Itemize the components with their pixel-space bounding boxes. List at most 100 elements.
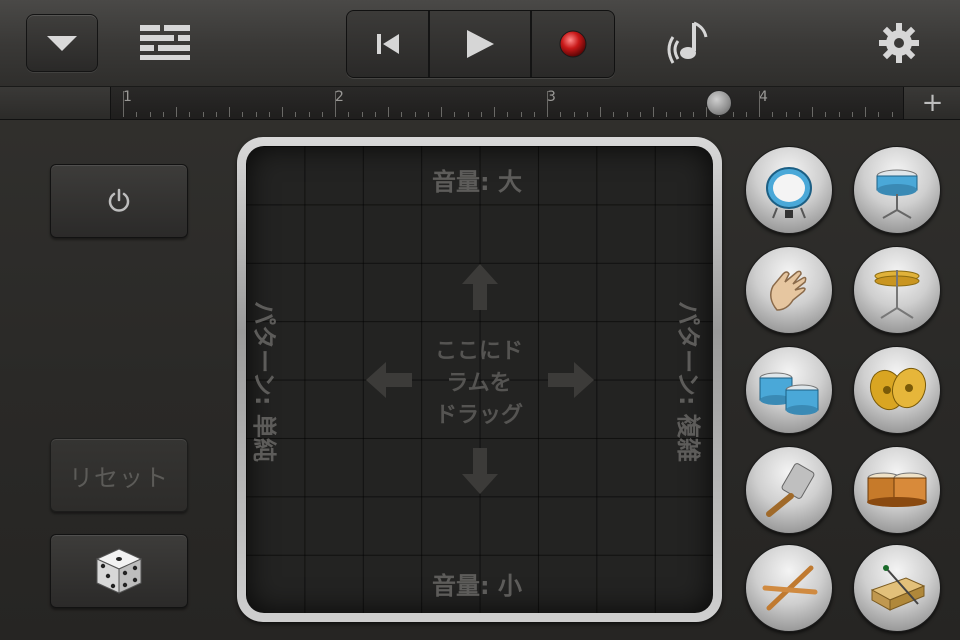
arrow-up-icon: [462, 264, 498, 310]
bar-number: 4: [759, 89, 768, 105]
hi-hat-button[interactable]: [853, 246, 941, 334]
ruler-tick: [798, 112, 800, 117]
ruler-tick: [401, 112, 403, 117]
ruler-tick: [772, 112, 774, 117]
ruler-tick: [454, 112, 456, 117]
ruler-tick: [613, 112, 615, 117]
plus-icon: +: [921, 88, 944, 118]
drum-pattern-xy-pad[interactable]: 音量: 大 音量: 小 パターン: 単純 パターン: 複雑 ここにド ラムを ド…: [246, 146, 713, 613]
ruler-tick: [573, 112, 575, 117]
hi-hat-icon: [874, 270, 920, 319]
ruler-tick: [692, 112, 694, 117]
ruler-tick: [679, 112, 681, 117]
ruler-tick: [745, 112, 747, 117]
toms-icon: [759, 372, 819, 415]
ruler-tick: [586, 112, 588, 117]
pad-top-label: 音量: 大: [432, 168, 522, 196]
ruler-tick: [851, 112, 853, 117]
dice-icon: [95, 548, 143, 594]
ruler-tick: [149, 112, 151, 117]
ruler-tick: [812, 107, 813, 117]
settings-button[interactable]: [874, 18, 924, 68]
toms-button[interactable]: [745, 346, 833, 434]
arrow-down-icon: [462, 448, 498, 494]
ruler-tick: [361, 112, 363, 117]
hand-clap-icon: [770, 270, 807, 311]
reset-label: リセット: [69, 463, 169, 492]
ruler-tick: [732, 112, 734, 117]
power-icon: [108, 188, 130, 212]
ruler-tick: [255, 112, 257, 117]
snare-drum-icon: [876, 169, 918, 219]
toolbar: [0, 0, 960, 87]
ruler-tick: [626, 112, 628, 117]
go-to-start-button[interactable]: [347, 11, 431, 77]
ruler-tick: [441, 107, 442, 117]
add-section-button[interactable]: +: [903, 87, 960, 119]
ruler-tick: [414, 112, 416, 117]
arrow-left-icon: [366, 362, 412, 398]
wood-block-button[interactable]: [853, 544, 941, 632]
ruler-tick: [202, 112, 204, 117]
ruler-tick: [759, 91, 760, 117]
ruler-tick: [838, 112, 840, 117]
ruler-tick: [374, 112, 376, 117]
snare-drum-button[interactable]: [853, 146, 941, 234]
ruler-tick: [335, 91, 336, 117]
sticks-button[interactable]: [745, 544, 833, 632]
bar-number: 3: [547, 89, 556, 105]
power-button[interactable]: [50, 164, 188, 238]
ruler-tick: [639, 112, 641, 117]
percussion-icon: [867, 472, 927, 507]
ruler-tick: [176, 107, 177, 117]
shaker-button[interactable]: [745, 446, 833, 534]
tracks-view-icon: [140, 25, 190, 60]
ruler-track[interactable]: 1 2 3 4: [111, 87, 959, 119]
chevron-down-icon: [27, 15, 97, 71]
shaker-icon: [766, 463, 815, 517]
ruler-tick: [308, 112, 310, 117]
playhead-handle[interactable]: [706, 90, 732, 116]
tracks-view-button[interactable]: [136, 20, 194, 64]
ruler-tick: [600, 107, 601, 117]
reset-button[interactable]: リセット: [50, 438, 188, 512]
ruler-tick: [547, 91, 548, 117]
ruler-tick: [189, 112, 191, 117]
ruler-tick: [560, 112, 562, 117]
arrow-right-icon: [548, 362, 594, 398]
ruler-tick: [282, 107, 283, 117]
pad-bottom-label: 音量: 小: [432, 572, 522, 600]
ruler-tick: [136, 112, 138, 117]
hand-clap-button[interactable]: [745, 246, 833, 334]
wood-block-icon: [870, 565, 926, 611]
pad-left-label: パターン: 単純: [249, 301, 278, 462]
drag-hint-line: ドラッグ: [434, 403, 523, 428]
sticks-icon: [762, 565, 818, 611]
ruler-tick: [215, 112, 217, 117]
ruler-tick: [865, 107, 866, 117]
play-icon: [467, 30, 494, 58]
play-button[interactable]: [430, 11, 532, 77]
ruler-tick: [295, 112, 297, 117]
menu-button[interactable]: [26, 14, 98, 72]
crash-cymbal-button[interactable]: [853, 346, 941, 434]
xy-pad-frame: 音量: 大 音量: 小 パターン: 単純 パターン: 複雑 ここにド ラムを ド…: [237, 137, 722, 622]
pad-right-label: パターン: 複雑: [673, 301, 702, 462]
ruler-tick: [520, 112, 522, 117]
gear-icon: [879, 23, 919, 63]
kick-drum-button[interactable]: [745, 146, 833, 234]
drag-hint: ここにド ラムを ドラッグ: [414, 336, 544, 432]
ruler-tick: [268, 112, 270, 117]
drag-hint-line: ここにド: [434, 339, 523, 364]
percussion-button[interactable]: [853, 446, 941, 534]
instrument-settings-button[interactable]: [664, 16, 718, 68]
bar-number: 1: [123, 89, 132, 105]
record-button[interactable]: [531, 11, 614, 77]
timeline-ruler[interactable]: 1 2 3 4 +: [0, 87, 960, 120]
ruler-tick: [494, 107, 495, 117]
randomize-button[interactable]: [50, 534, 188, 608]
ruler-tick: [891, 112, 893, 117]
ruler-tick: [427, 112, 429, 117]
ruler-tick: [878, 112, 880, 117]
ruler-tick: [507, 112, 509, 117]
